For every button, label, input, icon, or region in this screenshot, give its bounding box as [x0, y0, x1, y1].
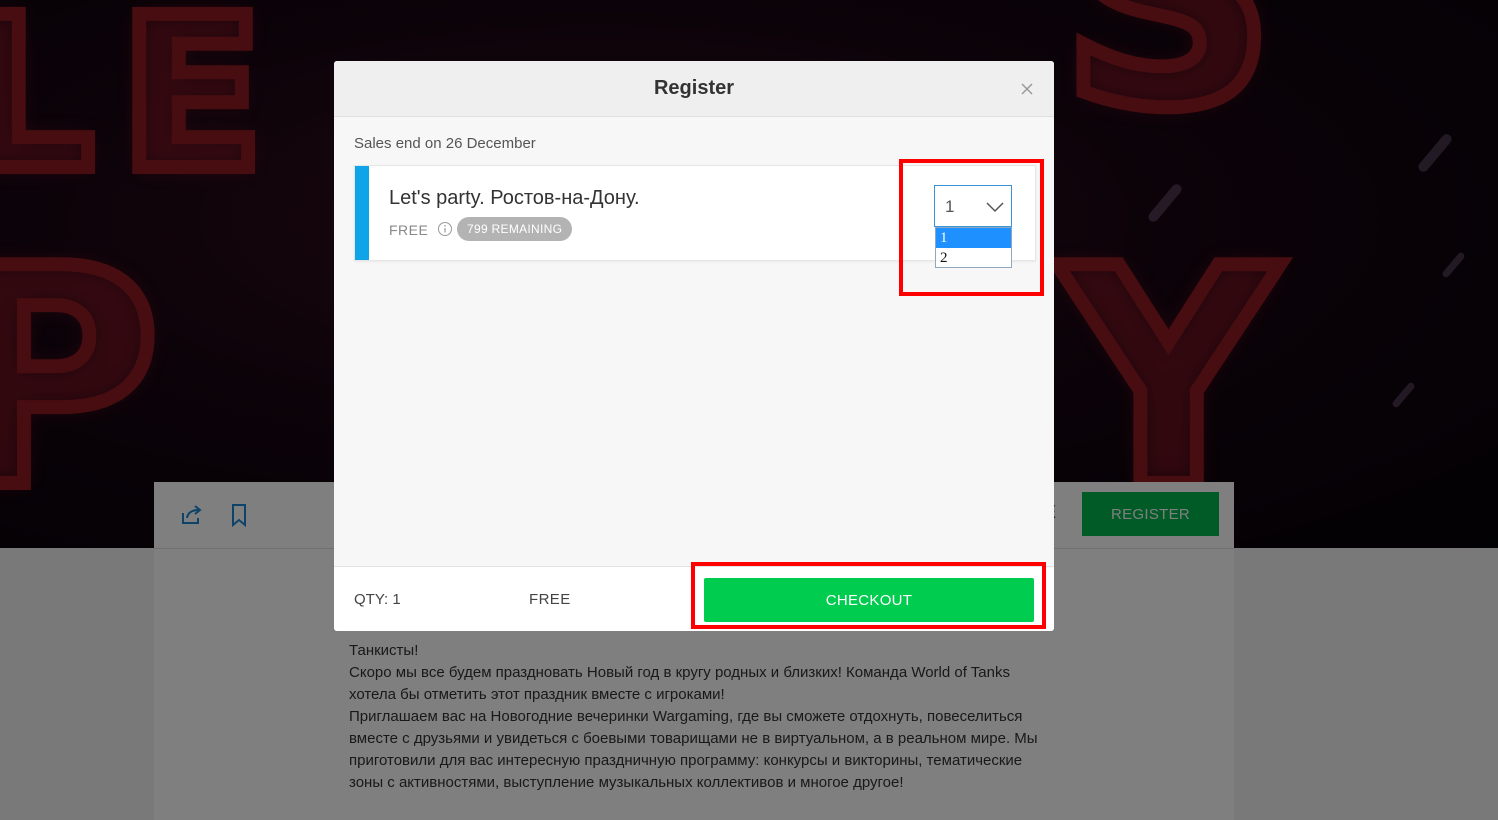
ticket-accent-bar — [355, 166, 369, 260]
ticket-price: FREE — [389, 222, 429, 238]
info-icon[interactable] — [437, 221, 453, 237]
highlight-box-quantity — [899, 159, 1044, 296]
sales-end-text: Sales end on 26 December — [354, 135, 536, 152]
modal-title: Register — [653, 77, 735, 99]
ticket-name: Let's party. Ростов-на-Дону. — [389, 187, 640, 209]
close-icon[interactable] — [1018, 80, 1036, 98]
footer-price: FREE — [529, 591, 571, 608]
modal-header: Register — [334, 61, 1054, 117]
footer-quantity: QTY: 1 — [354, 591, 401, 608]
register-modal: Register Sales end on 26 December Let's … — [334, 61, 1054, 631]
highlight-box-checkout — [691, 562, 1046, 629]
remaining-badge: 799 REMAINING — [457, 217, 573, 241]
